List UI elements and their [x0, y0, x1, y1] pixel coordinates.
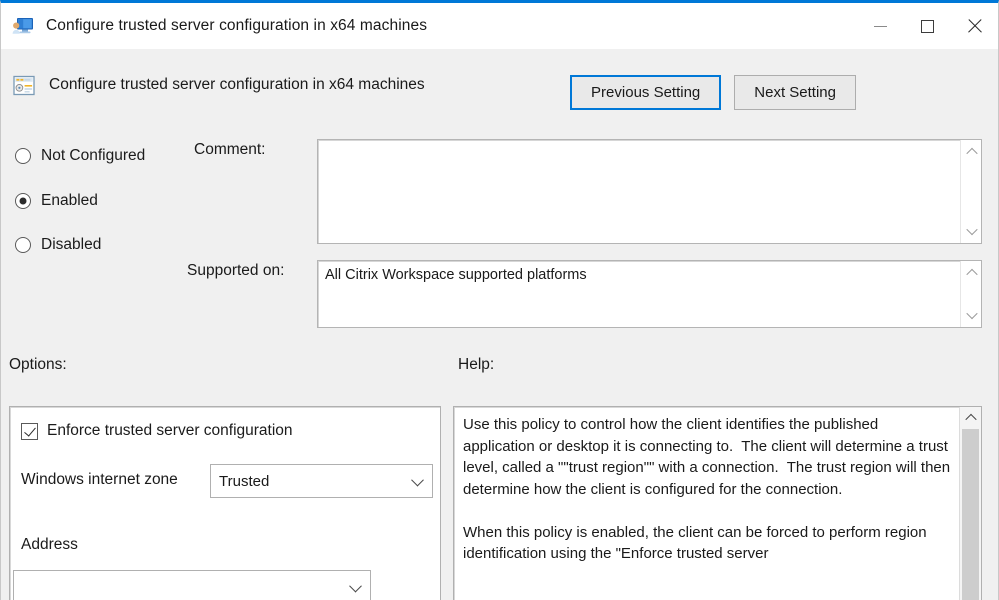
caption-buttons [857, 3, 998, 49]
minimize-icon [874, 26, 887, 27]
windows-internet-zone-select[interactable]: Trusted [210, 464, 433, 498]
enforce-checkbox-indicator [21, 423, 38, 440]
group-policy-setting-window: Configure trusted server configuration i… [0, 0, 999, 600]
title-bar: Configure trusted server configuration i… [1, 3, 998, 49]
address-dropdown-button[interactable] [340, 571, 370, 600]
radio-enabled[interactable]: Enabled [15, 191, 98, 211]
next-setting-button[interactable]: Next Setting [734, 75, 856, 110]
chevron-up-icon [966, 148, 977, 159]
help-text: Use this policy to control how the clien… [463, 414, 954, 565]
supported-on-textarea[interactable]: All Citrix Workspace supported platforms [317, 260, 982, 328]
close-button[interactable] [951, 3, 998, 49]
chevron-down-icon [411, 473, 424, 486]
windows-internet-zone-label: Windows internet zone [21, 471, 178, 489]
supported-on-scrollbar[interactable] [960, 261, 981, 327]
minimize-button[interactable] [857, 3, 904, 49]
radio-not-configured-label: Not Configured [41, 147, 145, 165]
address-select[interactable] [13, 570, 371, 600]
chevron-down-icon [966, 224, 977, 235]
maximize-icon [921, 20, 934, 33]
windows-internet-zone-value: Trusted [219, 473, 269, 490]
options-panel: Enforce trusted server configuration Win… [9, 406, 441, 600]
windows-internet-zone-dropdown-button[interactable] [402, 465, 432, 497]
setting-header: Configure trusted server configuration i… [1, 49, 998, 121]
comment-scrollbar[interactable] [960, 140, 981, 243]
radio-disabled-label: Disabled [41, 236, 101, 254]
help-label: Help: [458, 356, 494, 374]
help-scrollbar[interactable] [959, 407, 981, 600]
maximize-button[interactable] [904, 3, 951, 49]
navigation-buttons: Previous Setting Next Setting [570, 75, 856, 110]
comment-label: Comment: [194, 141, 266, 159]
radio-not-configured-indicator [15, 148, 31, 164]
help-scrollbar-thumb[interactable] [962, 429, 979, 600]
help-scroll-up-button[interactable] [960, 409, 982, 427]
comment-scroll-up-button[interactable] [961, 143, 982, 161]
radio-disabled[interactable]: Disabled [15, 235, 101, 255]
radio-enabled-indicator [15, 193, 31, 209]
supported-on-value: All Citrix Workspace supported platforms [325, 266, 957, 285]
window-title: Configure trusted server configuration i… [46, 17, 427, 35]
close-icon [967, 18, 983, 34]
help-panel: Use this policy to control how the clien… [453, 406, 982, 600]
radio-disabled-indicator [15, 237, 31, 253]
policy-user-monitor-icon [12, 17, 34, 36]
enforce-trusted-server-checkbox[interactable]: Enforce trusted server configuration [21, 422, 293, 440]
radio-enabled-label: Enabled [41, 192, 98, 210]
chevron-down-icon [349, 579, 362, 592]
chevron-up-icon [965, 414, 976, 425]
address-label: Address [21, 536, 78, 554]
setting-title: Configure trusted server configuration i… [49, 76, 425, 94]
supported-on-scroll-up-button[interactable] [961, 264, 982, 282]
options-label: Options: [9, 356, 67, 374]
enforce-checkbox-label: Enforce trusted server configuration [47, 422, 293, 440]
comment-textarea[interactable] [317, 139, 982, 244]
radio-not-configured[interactable]: Not Configured [15, 146, 145, 166]
supported-on-label: Supported on: [187, 262, 284, 280]
previous-setting-button[interactable]: Previous Setting [570, 75, 721, 110]
chevron-down-icon [966, 308, 977, 319]
chevron-up-icon [966, 269, 977, 280]
supported-on-scroll-down-button[interactable] [961, 306, 982, 324]
comment-scroll-down-button[interactable] [961, 222, 982, 240]
policy-setting-icon [13, 75, 35, 96]
